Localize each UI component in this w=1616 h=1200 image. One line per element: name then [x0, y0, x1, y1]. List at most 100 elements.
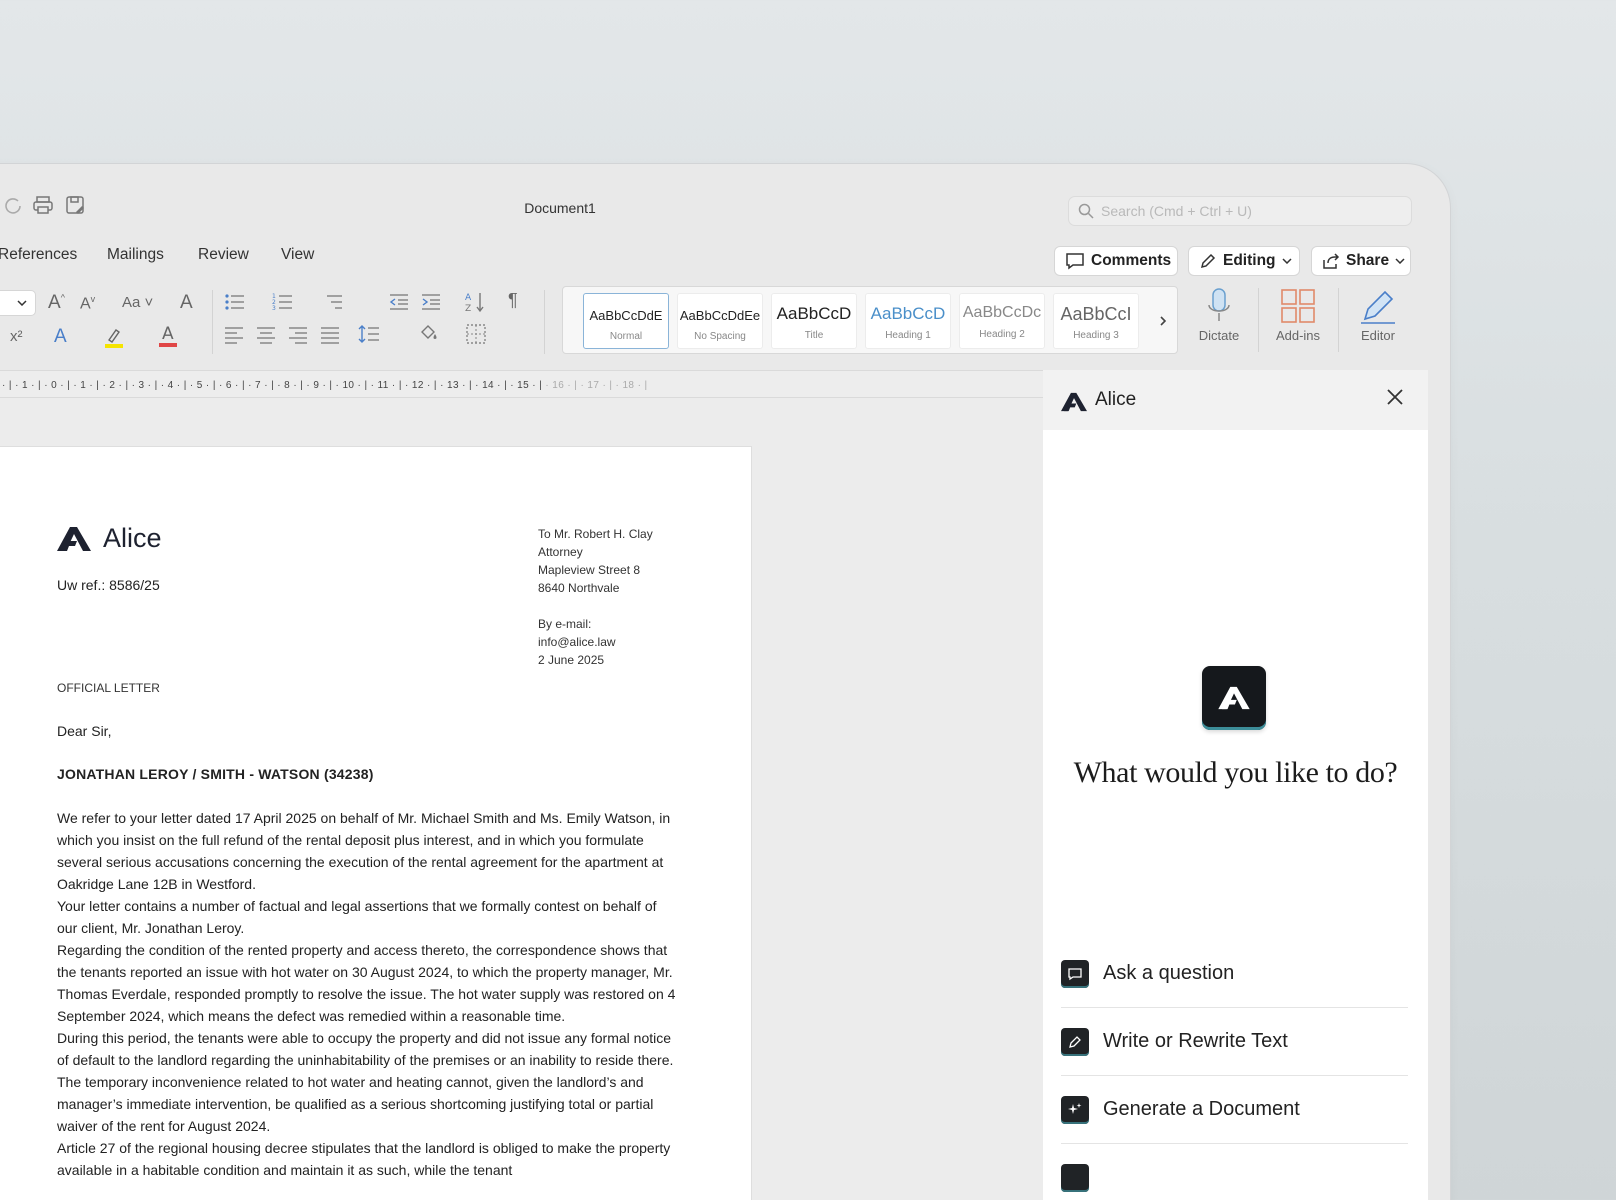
- clear-formatting-icon[interactable]: A: [180, 292, 193, 314]
- recipient-line: Attorney: [538, 545, 583, 559]
- title-bar: Document1 Search (Cmd + Ctrl + U): [0, 164, 1450, 244]
- grow-font-icon[interactable]: A^: [48, 292, 65, 314]
- editing-label: Editing: [1223, 252, 1276, 269]
- svg-text:3: 3: [272, 305, 276, 312]
- style-heading-2[interactable]: AaBbCcDc Heading 2: [959, 293, 1045, 349]
- align-center-icon[interactable]: [256, 326, 276, 347]
- panel-header: Alice: [1043, 370, 1428, 430]
- tab-view[interactable]: View: [281, 246, 314, 264]
- letter-kind: OFFICIAL LETTER: [57, 681, 160, 695]
- pencil-icon: [1200, 253, 1216, 269]
- ruler-marks-margin: · 16 · | · 17 · | · 18 · |: [542, 380, 648, 391]
- bullets-icon[interactable]: [224, 292, 246, 315]
- generate-document-action[interactable]: Generate a Document: [1061, 1076, 1408, 1144]
- chevron-down-icon: [1395, 258, 1405, 264]
- style-normal[interactable]: AaBbCcDdE Normal: [583, 293, 669, 349]
- write-rewrite-action[interactable]: Write or Rewrite Text: [1061, 1008, 1408, 1076]
- search-input[interactable]: Search (Cmd + Ctrl + U): [1068, 196, 1412, 226]
- dictate-button[interactable]: Dictate: [1182, 284, 1256, 343]
- more-action-icon: [1061, 1164, 1089, 1192]
- editing-button[interactable]: Editing: [1188, 246, 1300, 276]
- sort-icon[interactable]: AZ: [464, 290, 486, 317]
- word-window: Document1 Search (Cmd + Ctrl + U) Refere…: [0, 164, 1450, 1200]
- editor-button[interactable]: Editor: [1341, 284, 1415, 343]
- document-page[interactable]: Alice Uw ref.: 8586/25 To Mr. Robert H. …: [0, 446, 752, 1200]
- alice-panel: Alice What would you like to do? Ask a q…: [1043, 370, 1428, 1200]
- change-case-icon[interactable]: Aa ˅: [122, 294, 153, 311]
- search-icon: [1078, 203, 1094, 219]
- save-icon[interactable]: [64, 194, 86, 216]
- text-effects-icon[interactable]: A: [54, 326, 67, 348]
- ask-question-action[interactable]: Ask a question: [1061, 940, 1408, 1008]
- ruler-marks: · | · 1 · | · 0 · | · 1 · | · 2 · | · 3 …: [2, 380, 543, 391]
- increase-indent-icon[interactable]: [420, 292, 442, 315]
- salutation: Dear Sir,: [57, 723, 112, 739]
- highlight-icon[interactable]: [104, 326, 124, 351]
- font-size-select[interactable]: [0, 290, 36, 316]
- decrease-indent-icon[interactable]: [388, 292, 410, 315]
- style-sample: AaBbCcDdEe: [679, 308, 761, 323]
- pilcrow-icon[interactable]: ¶: [508, 290, 518, 311]
- shrink-font-icon[interactable]: Av: [80, 294, 95, 313]
- style-sample: AaBbCcD: [776, 304, 852, 323]
- comments-button[interactable]: Comments: [1054, 246, 1178, 276]
- letter-body: We refer to your letter dated 17 April 2…: [57, 807, 679, 1181]
- style-sample: AaBbCcDdE: [589, 308, 663, 323]
- tab-mailings[interactable]: Mailings: [107, 246, 164, 264]
- chevron-down-icon: [1282, 258, 1292, 264]
- superscript-icon[interactable]: x²: [10, 328, 23, 345]
- align-right-icon[interactable]: [288, 326, 308, 347]
- delivery-line: info@alice.law: [538, 635, 616, 649]
- recipient-line: To Mr. Robert H. Clay: [538, 527, 653, 541]
- paragraph: During this period, the tenants were abl…: [57, 1030, 674, 1134]
- addins-button[interactable]: Add-ins: [1261, 284, 1335, 343]
- editor-label: Editor: [1361, 328, 1395, 343]
- style-name: Heading 3: [1073, 330, 1119, 341]
- print-icon[interactable]: [32, 194, 54, 216]
- style-title[interactable]: AaBbCcD Title: [771, 293, 857, 349]
- close-icon[interactable]: [1386, 388, 1404, 406]
- line-spacing-icon[interactable]: [358, 324, 380, 347]
- svg-text:A: A: [162, 324, 174, 344]
- document-title: Document1: [524, 200, 596, 216]
- style-name: No Spacing: [694, 331, 746, 342]
- chevron-right-icon[interactable]: [1159, 315, 1167, 327]
- style-heading-1[interactable]: AaBbCcD Heading 1: [865, 293, 951, 349]
- paragraph: We refer to your letter dated 17 April 2…: [57, 810, 671, 892]
- delivery-line: 2 June 2025: [538, 653, 605, 667]
- numbering-icon[interactable]: 123: [272, 292, 294, 315]
- chat-icon: [1061, 959, 1089, 988]
- style-no-spacing[interactable]: AaBbCcDdEe No Spacing: [677, 293, 763, 349]
- redo-icon[interactable]: [2, 194, 24, 216]
- justify-icon[interactable]: [320, 326, 340, 347]
- share-button[interactable]: Share: [1311, 246, 1411, 276]
- font-color-icon[interactable]: A: [158, 324, 178, 351]
- style-heading-3[interactable]: AaBbCcI Heading 3: [1053, 293, 1139, 349]
- panel-prompt: What would you like to do?: [1073, 756, 1398, 789]
- dictate-label: Dictate: [1198, 328, 1240, 343]
- share-label: Share: [1346, 252, 1390, 269]
- horizontal-ruler[interactable]: · | · 1 · | · 0 · | · 1 · | · 2 · | · 3 …: [0, 370, 1043, 398]
- style-sample: AaBbCcDc: [962, 304, 1042, 321]
- letter-subject: JONATHAN LEROY / SMITH - WATSON (34238): [57, 766, 374, 782]
- style-name: Normal: [609, 331, 643, 342]
- sparkle-icon: [1061, 1095, 1089, 1124]
- paragraph: Article 27 of the regional housing decre…: [57, 1140, 671, 1178]
- tab-review[interactable]: Review: [198, 246, 249, 264]
- recipient-block: To Mr. Robert H. Clay Attorney Mapleview…: [538, 525, 653, 669]
- style-name: Heading 2: [979, 329, 1025, 340]
- comment-icon: [1066, 253, 1084, 270]
- logo-text: Alice: [103, 523, 162, 553]
- borders-icon[interactable]: [466, 324, 486, 347]
- shading-icon[interactable]: [418, 322, 440, 347]
- styles-gallery: AaBbCcDdE Normal AaBbCcDdEe No Spacing A…: [562, 286, 1178, 354]
- action-label: Generate a Document: [1103, 1098, 1300, 1120]
- addins-label: Add-ins: [1275, 328, 1321, 343]
- panel-title: Alice: [1095, 389, 1137, 410]
- tab-references[interactable]: References: [0, 246, 77, 264]
- multilevel-list-icon[interactable]: [322, 292, 344, 315]
- svg-text:Z: Z: [465, 304, 471, 314]
- svg-text:A: A: [465, 293, 472, 303]
- align-left-icon[interactable]: [224, 326, 244, 347]
- action-label: Ask a question: [1103, 962, 1235, 984]
